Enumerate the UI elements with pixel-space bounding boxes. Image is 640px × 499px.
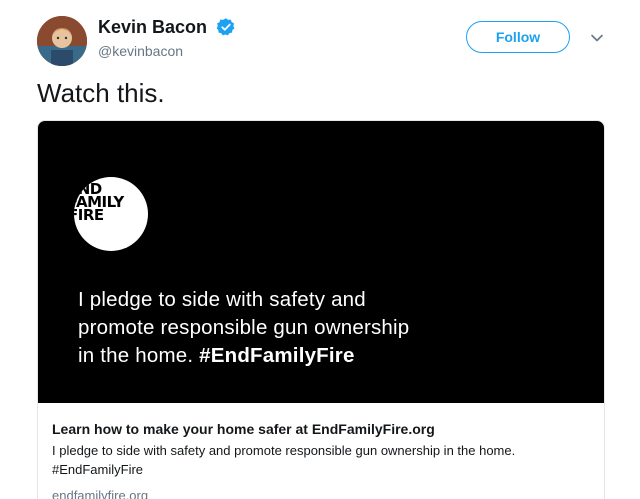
media-pledge-text: I pledge to side with safety and promote… [78, 286, 578, 370]
card-description-line-1: I pledge to side with safety and promote… [52, 443, 516, 458]
tweet: Kevin Bacon @kevinbacon Follow Watch thi… [0, 0, 640, 499]
media-line-3-prefix: in the home. [78, 344, 200, 367]
media-line-3: in the home. #EndFamilyFire [78, 342, 578, 370]
card-body[interactable]: Learn how to make your home safer at End… [38, 403, 604, 499]
tweet-text: Watch this. [37, 78, 165, 108]
chevron-down-icon[interactable] [590, 31, 604, 45]
end-family-fire-logo: END FAMILY FIRE [74, 177, 148, 251]
avatar-image [37, 16, 87, 66]
username[interactable]: @kevinbacon [98, 43, 183, 59]
card-description: I pledge to side with safety and promote… [52, 441, 592, 479]
avatar[interactable] [37, 16, 87, 66]
verified-badge-icon [216, 18, 235, 36]
media-line-2: promote responsible gun ownership [78, 316, 410, 339]
card-title[interactable]: Learn how to make your home safer at End… [52, 419, 592, 439]
follow-button[interactable]: Follow [466, 21, 570, 53]
card-description-line-2: #EndFamilyFire [52, 462, 144, 477]
card-media[interactable]: END FAMILY FIRE I pledge to side with sa… [38, 121, 604, 403]
media-line-1: I pledge to side with safety and [78, 288, 366, 311]
display-name[interactable]: Kevin Bacon [98, 17, 207, 38]
card-domain[interactable]: endfamilyfire.org [52, 487, 592, 499]
media-hashtag: #EndFamilyFire [199, 344, 355, 367]
link-card[interactable]: END FAMILY FIRE I pledge to side with sa… [37, 120, 605, 499]
logo-text: END FAMILY FIRE [74, 180, 124, 224]
